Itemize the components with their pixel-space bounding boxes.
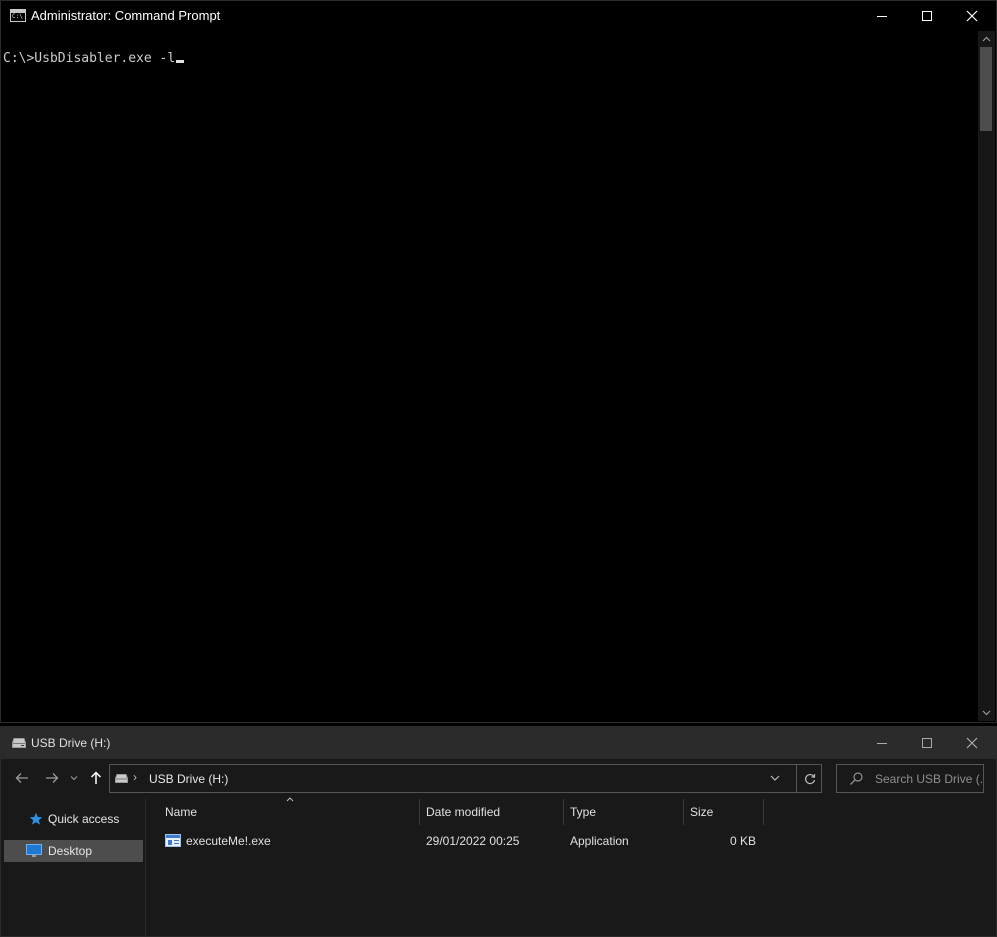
file-name: executeMe!.exe [186, 834, 271, 848]
search-icon [850, 772, 863, 785]
minimize-button[interactable] [859, 1, 905, 31]
file-list[interactable]: Name Date modified Type Size executeMe!.… [147, 797, 996, 936]
minimize-icon [877, 16, 887, 17]
cmd-icon: C:\ [10, 9, 26, 22]
usb-drive-icon [115, 774, 128, 783]
file-size: 0 KB [729, 834, 756, 848]
file-explorer-window[interactable]: USB Drive (H:) › USB Drive (H:) Search U… [0, 726, 997, 937]
nav-item-label: Desktop [48, 844, 93, 858]
navigation-bar: › USB Drive (H:) [1, 759, 996, 799]
forward-button[interactable] [41, 767, 63, 789]
maximize-icon [922, 11, 932, 21]
scroll-thumb[interactable] [980, 47, 992, 131]
scroll-up-button[interactable] [978, 31, 995, 47]
refresh-icon [804, 773, 815, 784]
nav-item-quick-access[interactable]: Quick access [4, 808, 143, 830]
close-icon [966, 737, 978, 749]
command-line[interactable]: C:\>UsbDisabler.exe -l [3, 51, 185, 66]
recent-locations-button[interactable] [64, 767, 84, 789]
column-header-date-modified[interactable]: Date modified [420, 799, 563, 825]
search-box[interactable] [836, 764, 984, 793]
application-icon [165, 834, 181, 847]
explorer-minimize-button[interactable] [859, 727, 905, 759]
column-header-name[interactable]: Name [159, 799, 419, 825]
address-dropdown-icon[interactable] [770, 772, 780, 784]
chevron-down-icon [70, 776, 78, 781]
command-prompt-window[interactable]: C:\ Administrator: Command Prompt C:\>Us… [0, 0, 997, 723]
refresh-button[interactable] [796, 765, 822, 792]
arrow-up-icon [90, 771, 102, 784]
back-button[interactable] [11, 767, 33, 789]
navigation-pane: Quick access Desktop [1, 799, 146, 936]
cmd-window-title: Administrator: Command Prompt [31, 8, 221, 23]
arrow-right-icon [46, 773, 59, 783]
column-header-size[interactable]: Size [684, 799, 763, 825]
file-date-modified: 29/01/2022 00:25 [426, 834, 520, 848]
breadcrumb-usb-drive[interactable]: USB Drive (H:) [149, 772, 228, 786]
maximize-icon [922, 738, 932, 748]
usb-drive-icon [12, 738, 26, 748]
scroll-down-button[interactable] [978, 705, 995, 721]
breadcrumb-separator: › [133, 770, 137, 784]
command-text: C:\>UsbDisabler.exe -l [3, 51, 176, 66]
explorer-maximize-button[interactable] [904, 727, 950, 759]
file-type: Application [570, 834, 629, 848]
chevron-down-icon [982, 710, 991, 716]
minimize-icon [877, 743, 887, 744]
file-row[interactable]: executeMe!.exe 29/01/2022 00:25 Applicat… [147, 829, 767, 853]
explorer-close-button[interactable] [949, 727, 995, 759]
console-scrollbar[interactable] [978, 31, 995, 721]
column-divider[interactable] [763, 799, 764, 825]
up-button[interactable] [85, 767, 107, 789]
console-output[interactable]: C:\>UsbDisabler.exe -l [1, 31, 977, 721]
close-icon [966, 10, 978, 22]
address-bar[interactable]: › USB Drive (H:) [109, 764, 822, 793]
chevron-up-icon [982, 36, 991, 42]
column-header-type[interactable]: Type [564, 799, 683, 825]
explorer-window-title: USB Drive (H:) [31, 736, 111, 750]
arrow-left-icon [15, 773, 28, 783]
star-icon [28, 812, 44, 826]
close-button[interactable] [949, 1, 995, 31]
text-cursor [176, 60, 185, 63]
search-input[interactable] [875, 769, 983, 788]
maximize-button[interactable] [904, 1, 950, 31]
nav-item-label: Quick access [48, 812, 120, 826]
desktop-icon [26, 844, 42, 858]
nav-item-desktop[interactable]: Desktop [4, 840, 143, 862]
explorer-title-bar[interactable]: USB Drive (H:) [1, 727, 996, 759]
cmd-title-bar[interactable]: C:\ Administrator: Command Prompt [1, 1, 996, 31]
